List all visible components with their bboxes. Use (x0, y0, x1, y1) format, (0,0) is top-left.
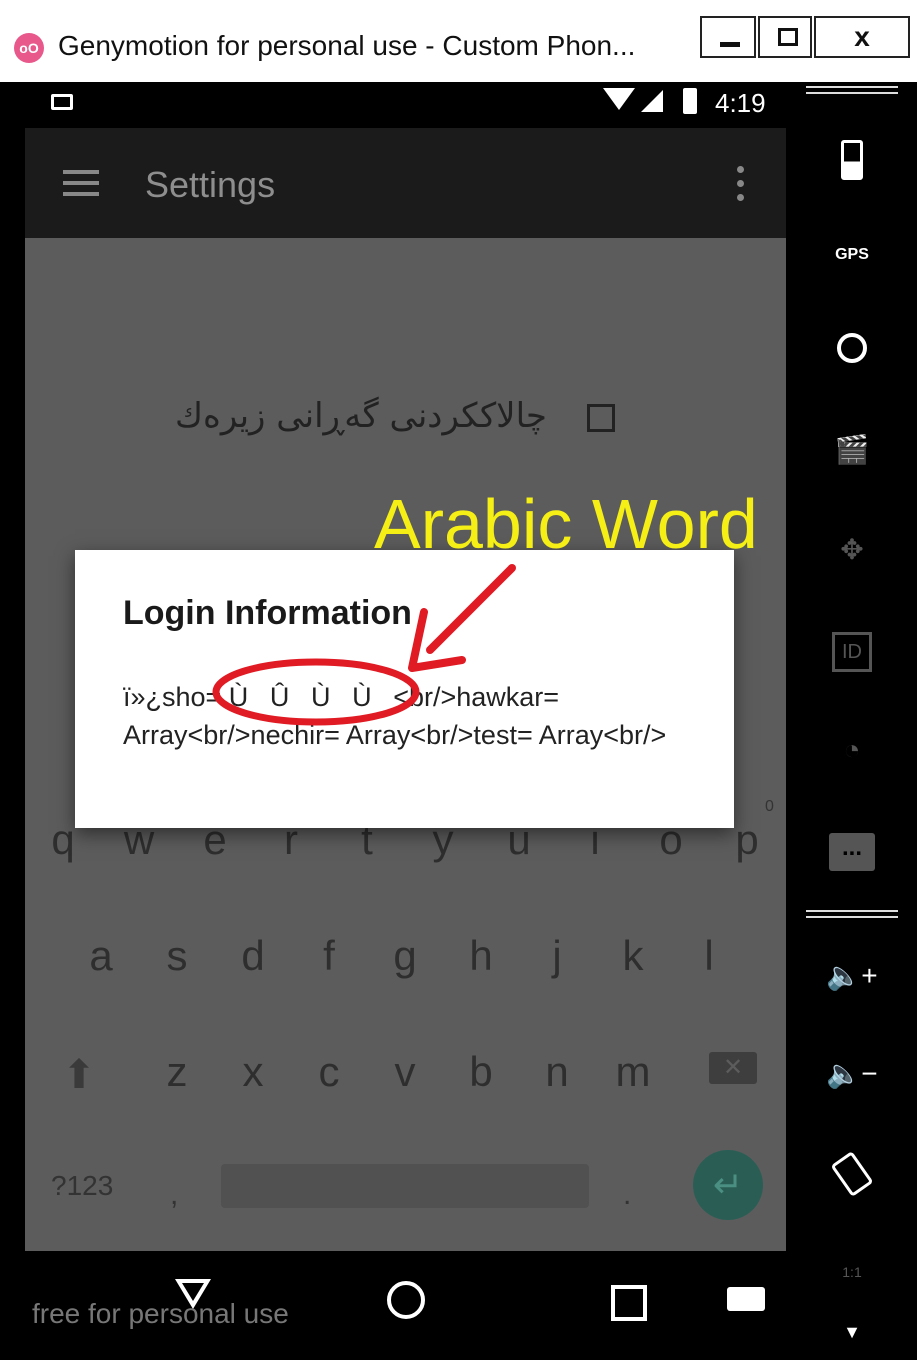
app-toolbar: Settings (25, 128, 786, 238)
key-b[interactable]: b (451, 1048, 511, 1096)
gps-icon[interactable]: GPS (824, 224, 880, 280)
close-button[interactable]: x (814, 16, 910, 58)
dpad-icon[interactable]: ✥ (824, 522, 880, 578)
keyboard-icon[interactable] (727, 1287, 765, 1311)
key-k[interactable]: k (603, 932, 663, 980)
genymotion-sidebar: GPS 🎬 ✥ ID ◔ ... 🔈+ 🔈− 1:1 ▼ (786, 82, 917, 1355)
key-x[interactable]: x (223, 1048, 283, 1096)
dialog-title: Login Information (123, 594, 412, 632)
capture-icon[interactable]: 🎬 (824, 422, 880, 478)
volume-down-icon[interactable]: 🔈− (824, 1046, 880, 1102)
wifi-icon (603, 88, 635, 110)
key-p-hint: 0 (765, 798, 774, 815)
key-s[interactable]: s (147, 932, 207, 980)
enter-icon[interactable]: ↵ (693, 1150, 763, 1220)
device-id-icon[interactable]: ID (824, 622, 880, 678)
sms-icon[interactable]: ... (824, 822, 880, 878)
sms-label: ... (829, 832, 875, 871)
key-d[interactable]: d (223, 932, 283, 980)
backspace-icon[interactable]: ✕ (709, 1052, 757, 1084)
key-z[interactable]: z (147, 1048, 207, 1096)
key-h[interactable]: h (451, 932, 511, 980)
recents-icon[interactable] (611, 1285, 647, 1321)
spacebar[interactable] (221, 1164, 589, 1208)
genymotion-logo-icon: oO (14, 33, 44, 63)
key-c[interactable]: c (299, 1048, 359, 1096)
expand-more-icon[interactable]: ▼ (824, 1304, 880, 1360)
preference-label: چالاککردنی گەڕانی زیرەك (175, 396, 547, 436)
key-j[interactable]: j (527, 932, 587, 980)
status-time: 4:19 (715, 88, 766, 118)
rotate-icon[interactable] (824, 1144, 880, 1200)
page-title: Settings (145, 164, 276, 205)
cast-icon[interactable]: ◔ (824, 722, 880, 778)
maximize-button[interactable] (758, 16, 812, 58)
key-m[interactable]: m (603, 1048, 663, 1096)
webcam-icon[interactable] (824, 318, 880, 374)
symbols-key[interactable]: ?123 (51, 1170, 113, 1202)
notification-icon (51, 94, 73, 110)
key-l[interactable]: l (679, 932, 739, 980)
shift-icon[interactable]: ⬆ (55, 1052, 103, 1108)
window-title: Genymotion for personal use - Custom Pho… (58, 30, 636, 61)
volume-up-icon[interactable]: 🔈+ (824, 948, 880, 1004)
android-status-bar: 4:19 (25, 82, 786, 128)
device-id-label: ID (832, 631, 872, 672)
comma-key[interactable]: , (170, 1178, 178, 1212)
overflow-menu-icon[interactable] (737, 166, 745, 202)
key-g[interactable]: g (375, 932, 435, 980)
home-icon[interactable] (387, 1281, 425, 1319)
preference-checkbox[interactable] (587, 404, 615, 432)
sidebar-separator (806, 910, 898, 918)
hamburger-menu-icon[interactable] (63, 170, 99, 196)
period-key[interactable]: . (623, 1178, 631, 1212)
cell-signal-icon (641, 90, 663, 112)
login-info-dialog: Login Information ï»¿sho= ÙÛÙÙ<br/>h… (75, 550, 734, 828)
battery-widget-icon[interactable] (824, 130, 880, 186)
key-f[interactable]: f (299, 932, 359, 980)
dialog-message: ï»¿sho= ÙÛÙÙ<br/>hawkar= Array<br/>n… (123, 682, 667, 750)
annotation-label: Arabic Word (374, 485, 758, 563)
pixel-perfect-icon[interactable]: 1:1 (824, 1244, 880, 1300)
battery-icon (683, 88, 697, 114)
key-v[interactable]: v (375, 1048, 435, 1096)
key-a[interactable]: a (71, 932, 131, 980)
key-n[interactable]: n (527, 1048, 587, 1096)
minimize-button[interactable] (700, 16, 756, 58)
watermark-text: free for personal use (32, 1298, 289, 1329)
sidebar-separator (806, 86, 898, 94)
